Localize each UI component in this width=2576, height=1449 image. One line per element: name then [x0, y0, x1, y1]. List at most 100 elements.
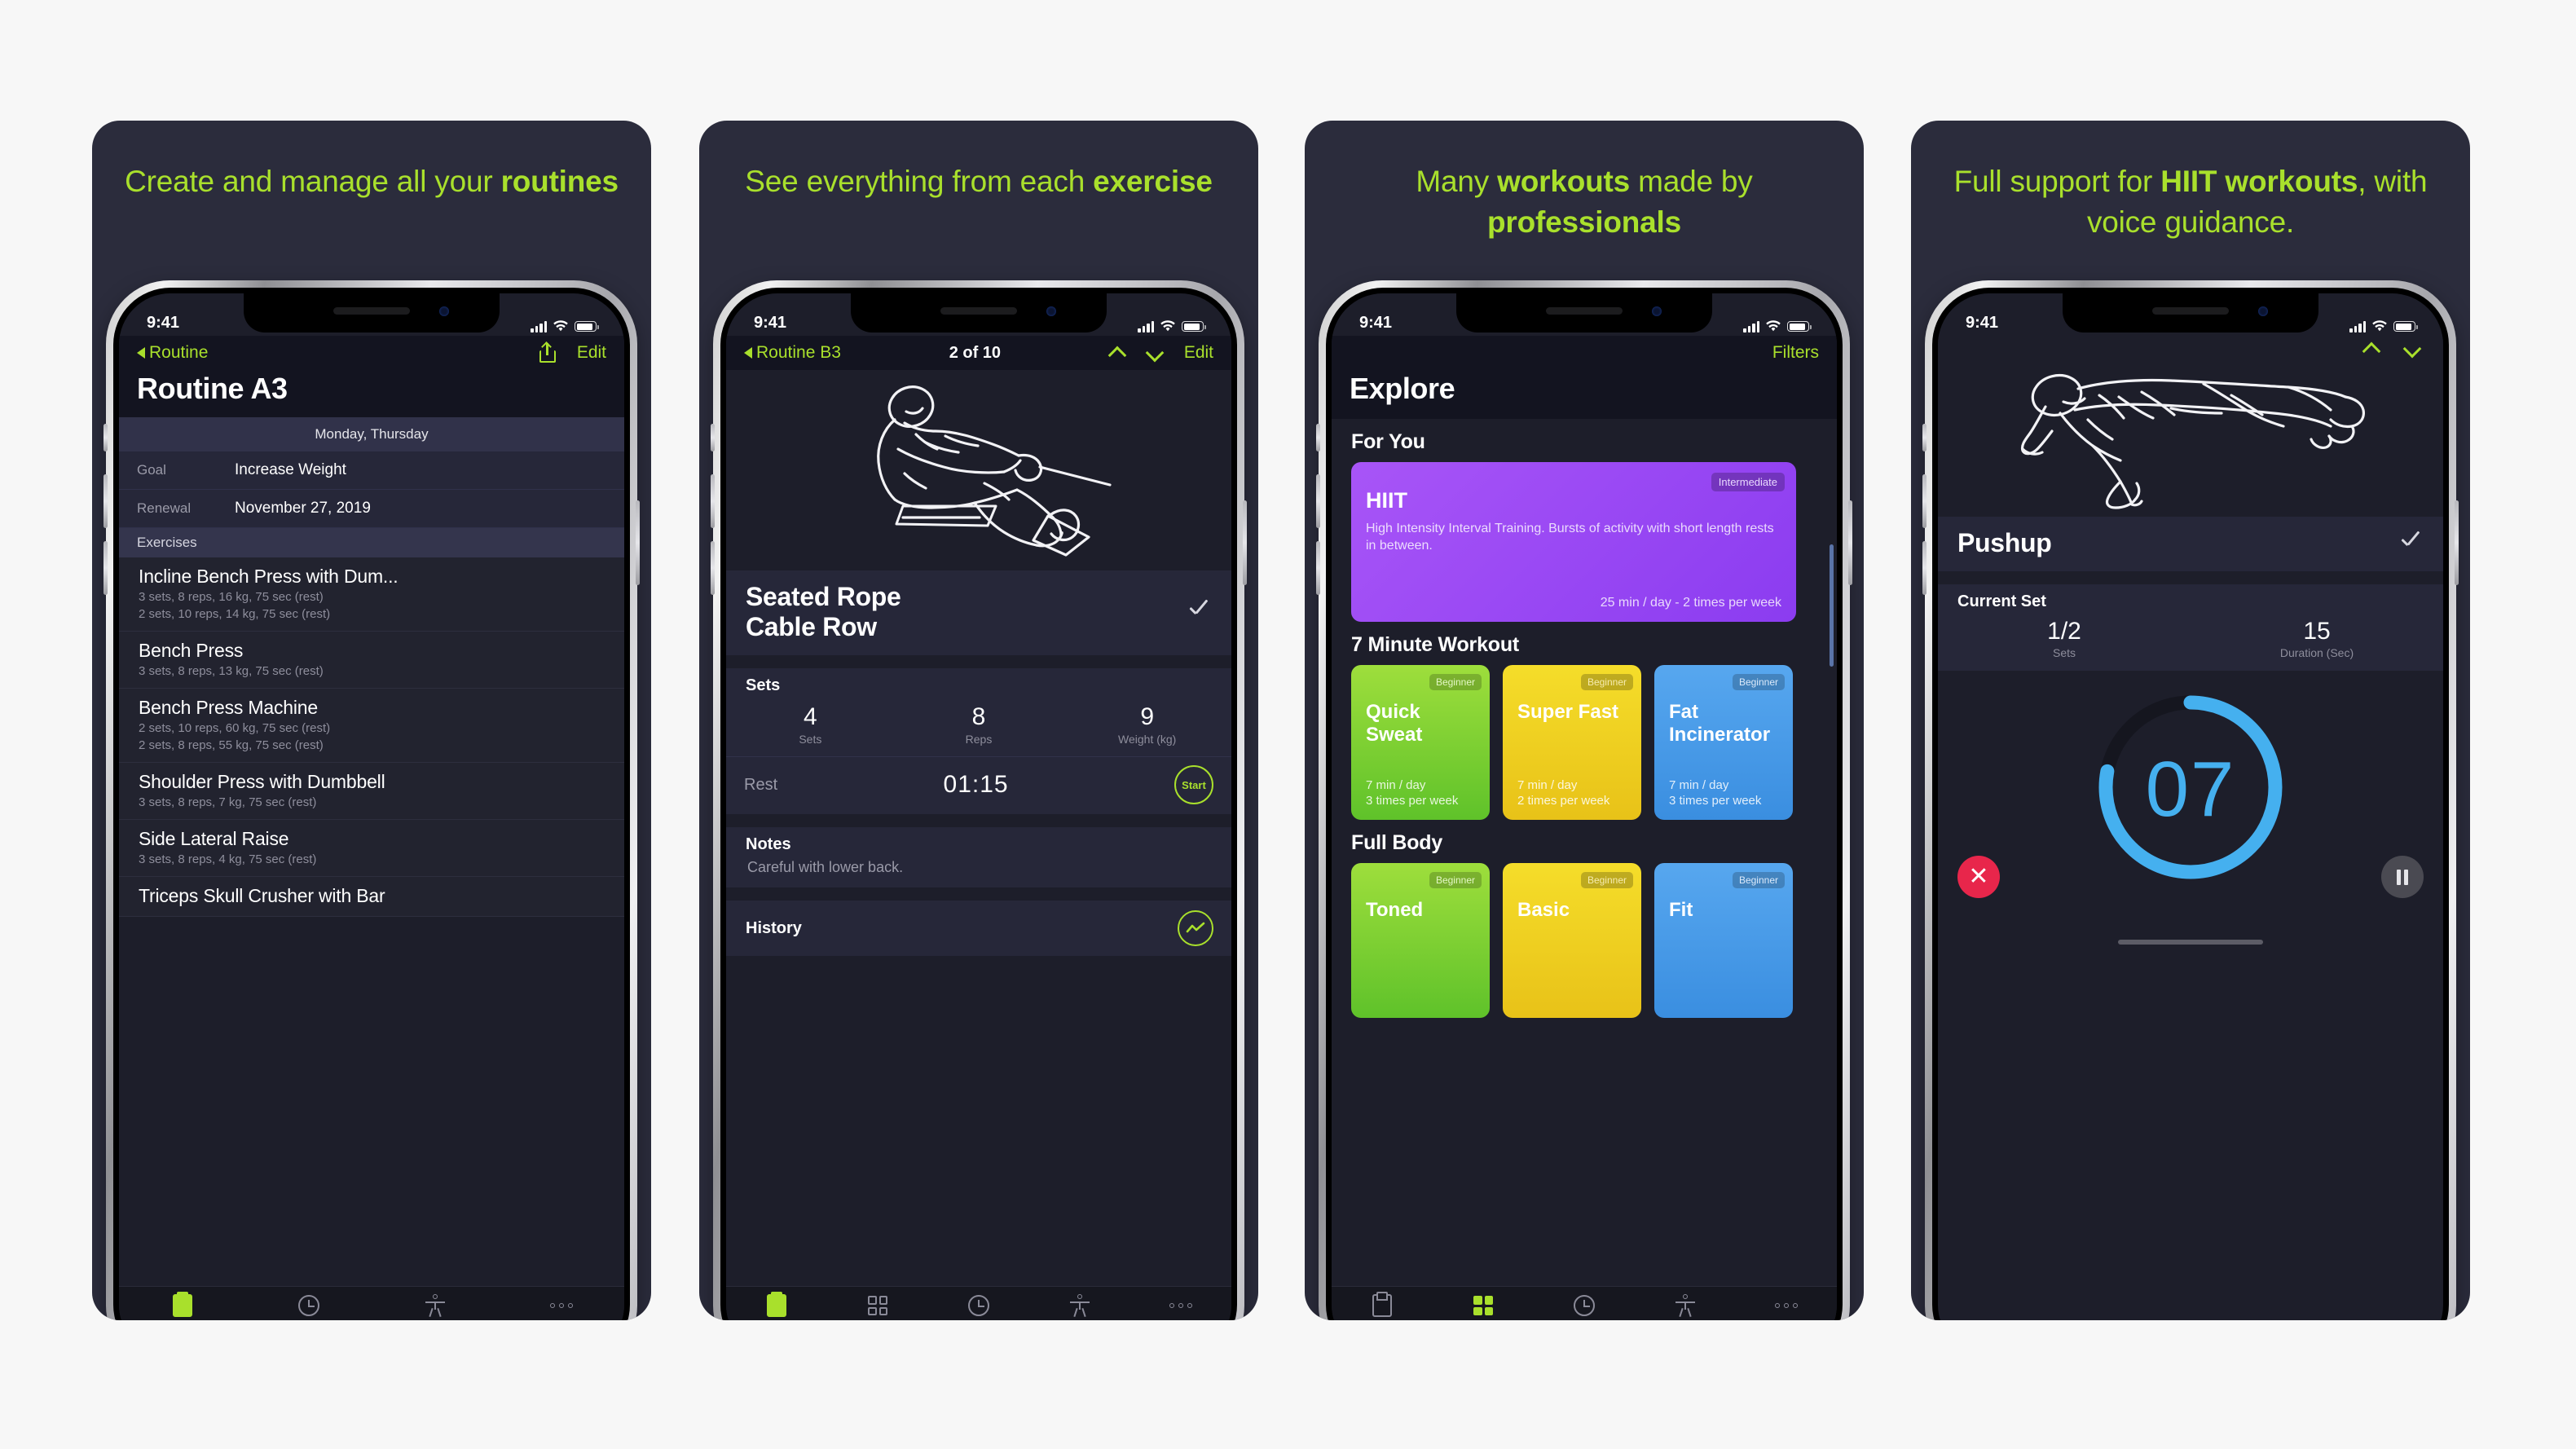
share-icon[interactable]: [539, 341, 556, 363]
workout-card-hiit[interactable]: Intermediate HIIT High Intensity Interva…: [1351, 462, 1796, 622]
list-item[interactable]: Shoulder Press with Dumbbell 3 sets, 8 r…: [119, 763, 624, 820]
power-button[interactable]: [2455, 500, 2459, 585]
headline-bold: routines: [500, 165, 619, 198]
mute-switch[interactable]: [1316, 424, 1320, 451]
mute-switch[interactable]: [1922, 424, 1926, 451]
list-item[interactable]: Bench Press Machine 2 sets, 10 reps, 60 …: [119, 689, 624, 763]
difficulty-badge: Beginner: [1580, 872, 1633, 888]
status-bar: 9:41: [119, 293, 624, 336]
edit-button[interactable]: Edit: [1184, 343, 1213, 363]
seven-minute-carousel[interactable]: Beginner Quick Sweat 7 min / day 3 times…: [1332, 665, 1837, 820]
stat-sets[interactable]: 4 Sets: [726, 703, 895, 746]
field-row[interactable]: Goal Increase Weight: [119, 451, 624, 490]
clipboard-icon: [767, 1294, 786, 1317]
chevron-down-icon[interactable]: [2404, 344, 2420, 354]
stat-label: Duration (Sec): [2279, 646, 2354, 659]
tab-routine[interactable]: Routine: [119, 1294, 245, 1320]
tab-measures[interactable]: Measures: [372, 1294, 498, 1320]
tab-history[interactable]: History: [928, 1294, 1029, 1320]
section-gap: [726, 655, 1231, 668]
exercise-title-row: Pushup: [1938, 517, 2443, 571]
exercise-detail: 2 sets, 8 reps, 55 kg, 75 sec (rest): [139, 738, 324, 752]
field-row[interactable]: Renewal November 27, 2019: [119, 490, 624, 528]
list-item[interactable]: Incline Bench Press with Dum... 3 sets, …: [119, 557, 624, 632]
volume-up-button[interactable]: [1316, 474, 1320, 528]
checkmark-icon[interactable]: [1187, 600, 1212, 624]
body-icon: [1070, 1294, 1090, 1318]
edit-button[interactable]: Edit: [577, 343, 606, 363]
volume-up-button[interactable]: [711, 474, 715, 528]
volume-down-button[interactable]: [711, 541, 715, 595]
status-time: 9:41: [147, 314, 180, 332]
power-button[interactable]: [636, 500, 640, 585]
tab-explore[interactable]: Explore: [827, 1294, 928, 1320]
card-meta: 25 min / day - 2 times per week: [1600, 596, 1781, 610]
volume-down-button[interactable]: [103, 541, 108, 595]
workout-card[interactable]: Beginner Basic: [1503, 863, 1641, 1018]
volume-up-button[interactable]: [1922, 474, 1926, 528]
wifi-icon: [2372, 320, 2387, 332]
difficulty-badge: Beginner: [1732, 872, 1785, 888]
stat-weight[interactable]: 9 Weight (kg): [1063, 703, 1231, 746]
stat-value: 8: [971, 703, 986, 730]
list-item[interactable]: Bench Press 3 sets, 8 reps, 13 kg, 75 se…: [119, 632, 624, 689]
stop-workout-button[interactable]: ✕: [1957, 856, 2000, 898]
tab-more[interactable]: More: [1736, 1294, 1837, 1320]
tab-routine[interactable]: Routine: [1332, 1294, 1433, 1320]
workout-card[interactable]: Beginner Fat Incinerator 7 min / day 3 t…: [1654, 665, 1793, 820]
pager-label: 2 of 10: [949, 343, 1002, 362]
start-timer-button[interactable]: Start: [1174, 765, 1213, 804]
workout-card[interactable]: Beginner Quick Sweat 7 min / day 3 times…: [1351, 665, 1490, 820]
ellipsis-icon: [1775, 1294, 1798, 1317]
list-item[interactable]: Side Lateral Raise 3 sets, 8 reps, 4 kg,…: [119, 820, 624, 877]
tab-more[interactable]: More: [498, 1294, 624, 1320]
power-button[interactable]: [1243, 500, 1247, 585]
back-button[interactable]: Routine: [137, 343, 208, 363]
tab-more[interactable]: More: [1130, 1294, 1231, 1320]
tab-history[interactable]: History: [1534, 1294, 1635, 1320]
list-item[interactable]: Triceps Skull Crusher with Bar: [119, 877, 624, 917]
tab-history[interactable]: History: [245, 1294, 372, 1320]
phone-bezel: 9:41 Routine B3 2 of 10 Edit Seated Rope…: [720, 288, 1237, 1320]
pause-button[interactable]: [2381, 856, 2424, 898]
full-body-carousel[interactable]: Beginner Toned Beginner Basic Beginner F…: [1332, 863, 1837, 1018]
section-title-for-you: For You: [1351, 430, 1425, 453]
status-indicators: [1138, 320, 1206, 333]
tab-measures[interactable]: Measures: [1029, 1294, 1130, 1320]
checkmark-icon[interactable]: [2399, 531, 2424, 556]
volume-down-button[interactable]: [1922, 541, 1926, 595]
workout-card[interactable]: Beginner Toned: [1351, 863, 1490, 1018]
workout-card[interactable]: Beginner Super Fast 7 min / day 2 times …: [1503, 665, 1641, 820]
mute-switch[interactable]: [103, 424, 108, 451]
stat-reps[interactable]: 8 Reps: [895, 703, 1063, 746]
wifi-icon: [1766, 320, 1781, 332]
card-title: Fat Incinerator: [1669, 701, 1771, 746]
battery-icon: [1182, 321, 1206, 332]
power-button[interactable]: [1848, 500, 1852, 585]
phone-bezel: 9:41 Pushup Current Set 1/2 Sets 15 Dura…: [1932, 288, 2449, 1320]
filters-button[interactable]: Filters: [1772, 343, 1819, 363]
home-indicator[interactable]: [2118, 940, 2263, 945]
tab-routine[interactable]: Routine: [726, 1294, 827, 1320]
for-you-carousel[interactable]: Intermediate HIIT High Intensity Interva…: [1332, 462, 1837, 622]
chevron-up-icon[interactable]: [2363, 344, 2380, 354]
back-button[interactable]: Routine B3: [744, 343, 841, 363]
phone-bezel: 9:41 Filters Explore For You Intermediat…: [1326, 288, 1843, 1320]
card-title: Fit: [1669, 899, 1693, 921]
close-icon: ✕: [1968, 863, 1989, 890]
chevron-up-icon[interactable]: [1109, 348, 1125, 358]
chevron-down-icon[interactable]: [1147, 348, 1163, 358]
volume-up-button[interactable]: [103, 474, 108, 528]
card-meta-line2: 3 times per week: [1669, 794, 1762, 808]
phone-screen: 9:41 Filters Explore For You Intermediat…: [1332, 293, 1837, 1320]
volume-down-button[interactable]: [1316, 541, 1320, 595]
tab-measures[interactable]: Measures: [1635, 1294, 1736, 1320]
workout-card[interactable]: Beginner Fit: [1654, 863, 1793, 1018]
chart-button[interactable]: [1178, 910, 1213, 946]
exercise-illustration: [1938, 354, 2443, 517]
tab-explore[interactable]: Explore: [1433, 1294, 1534, 1320]
scroll-indicator[interactable]: [1830, 544, 1834, 667]
countdown-ring: 07: [2089, 685, 2292, 893]
mute-switch[interactable]: [711, 424, 715, 451]
navigation-bar: Routine Edit: [119, 336, 624, 370]
